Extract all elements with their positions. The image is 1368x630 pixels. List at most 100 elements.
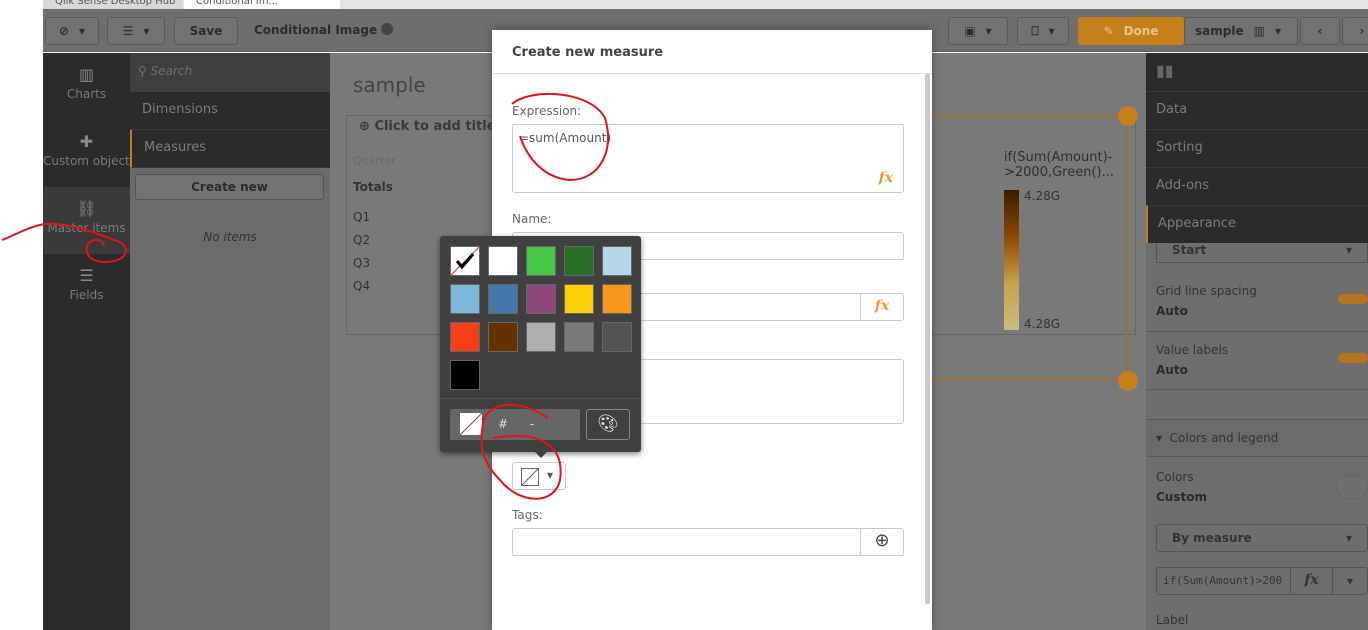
color-swatch[interactable]: [526, 246, 556, 276]
dimensions-item[interactable]: Dimensions: [130, 92, 330, 130]
chevron-down-icon[interactable]: ▾: [1333, 568, 1367, 594]
color-mode-value: By measure: [1172, 531, 1252, 545]
sheet-title: sample: [353, 73, 426, 97]
checkmark-icon: [450, 246, 480, 276]
nav-label: Master items: [47, 221, 126, 235]
value-labels-toggle[interactable]: [1338, 353, 1368, 363]
previous-sheet-button[interactable]: ‹: [1300, 17, 1340, 45]
window-tab-hub[interactable]: Qlik Sense Desktop Hub: [43, 0, 183, 9]
tab-add-ons[interactable]: Add-ons: [1146, 167, 1368, 205]
color-swatch[interactable]: [450, 322, 480, 352]
name-label: Name:: [512, 212, 552, 226]
link-icon: ⛓: [76, 199, 97, 218]
navigation-menu-button[interactable]: ⊘ ▾: [45, 17, 99, 45]
tab-sorting[interactable]: Sorting: [1146, 129, 1368, 167]
sheet-icon: ▥: [1253, 24, 1265, 38]
fx-icon[interactable]: fx: [1291, 568, 1333, 594]
fx-icon[interactable]: fx: [879, 170, 893, 186]
caret-down-icon: ▾: [1156, 431, 1163, 445]
grid-label: Grid line spacing: [1156, 284, 1257, 298]
chevron-left-icon: ‹: [1317, 24, 1323, 38]
grid-setting: Grid line spacing Auto: [1156, 284, 1257, 318]
nav-label: Fields: [69, 288, 104, 302]
sheet-selector[interactable]: sample ▥ ▾: [1184, 17, 1298, 45]
color-swatch[interactable]: [450, 284, 480, 314]
save-button[interactable]: Save: [174, 17, 238, 45]
nav-charts[interactable]: ▥ Charts: [43, 53, 130, 120]
popover-arrow: [533, 450, 549, 458]
expression-value: =sum(Amount): [519, 131, 612, 145]
color-swatch[interactable]: [450, 360, 480, 390]
info-icon: [381, 23, 394, 35]
chevron-down-icon: ▾: [1048, 24, 1055, 38]
search-icon: ⚲: [138, 64, 147, 78]
start-select[interactable]: Start ▾: [1156, 243, 1368, 263]
add-title-text: Click to add title: [374, 119, 496, 134]
sheet-name: sample: [1195, 24, 1244, 38]
global-menu-button[interactable]: ☰ ▾: [107, 17, 165, 45]
create-new-button[interactable]: Create new: [135, 174, 324, 200]
search-placeholder: Search: [150, 64, 193, 78]
color-swatch[interactable]: [526, 284, 556, 314]
table-row: Q2: [353, 233, 371, 247]
tags-input[interactable]: ⊕: [512, 528, 904, 556]
tab-appearance[interactable]: Appearance: [1146, 205, 1368, 243]
hex-input[interactable]: # -: [450, 409, 580, 440]
color-expression-value: if(Sum(Amount)>200: [1157, 568, 1291, 594]
done-button[interactable]: ✎ Done: [1078, 17, 1184, 45]
color-swatch[interactable]: [488, 284, 518, 314]
fx-icon[interactable]: fx: [860, 294, 903, 320]
next-sheet-button[interactable]: ›: [1342, 17, 1368, 45]
nav-fields[interactable]: ☰ Fields: [43, 254, 130, 321]
nav-custom-objects[interactable]: ✚ Custom objects: [43, 120, 130, 187]
measure-color-button[interactable]: ▾: [512, 462, 566, 490]
search-input[interactable]: ⚲ Search: [130, 53, 330, 92]
color-swatch[interactable]: [564, 246, 594, 276]
color-swatch[interactable]: [602, 322, 632, 352]
chevron-down-icon: ▾: [79, 24, 86, 38]
tab-data[interactable]: Data: [1146, 91, 1368, 129]
nav-master-items[interactable]: ⛓ Master items: [43, 187, 130, 254]
color-swatch[interactable]: [602, 246, 632, 276]
color-mode-select[interactable]: By measure ▾: [1156, 524, 1368, 552]
color-swatch[interactable]: [526, 322, 556, 352]
totals-label: Totals: [353, 180, 393, 194]
color-swatch[interactable]: [564, 284, 594, 314]
color-swatch[interactable]: [488, 246, 518, 276]
window-tab-app[interactable]: Conditional Im...: [184, 0, 340, 9]
palette-button[interactable]: 🎨︎: [586, 409, 630, 440]
label-heading: Label: [1156, 613, 1189, 627]
app-title-text: Conditional Image: [254, 23, 378, 37]
bookmark-button[interactable]: ⎕ ▾: [1017, 17, 1069, 45]
legend-gradient: [1004, 190, 1019, 330]
color-swatch[interactable]: [602, 284, 632, 314]
measures-item[interactable]: Measures: [130, 130, 330, 168]
color-expression-field[interactable]: if(Sum(Amount)>200 fx ▾: [1156, 567, 1368, 595]
grid-value: Auto: [1156, 304, 1188, 318]
dialog-title: Create new measure: [512, 45, 664, 60]
no-color-icon: [521, 468, 539, 486]
properties-panel: ▮▮ Data Sorting Add-ons Appearance Start…: [1146, 53, 1368, 630]
colors-toggle[interactable]: [1336, 475, 1368, 499]
resize-handle-icon[interactable]: [1118, 371, 1138, 391]
chevron-down-icon: ▾: [1345, 531, 1352, 545]
hash-label: #: [498, 417, 509, 431]
add-tag-plus-icon[interactable]: ⊕: [860, 529, 903, 555]
dialog-scrollbar[interactable]: [925, 74, 930, 604]
object-handle-icon[interactable]: [1118, 106, 1138, 126]
color-swatch[interactable]: [488, 322, 518, 352]
plus-icon: ⊕: [359, 119, 370, 134]
list-icon: ☰: [122, 24, 134, 38]
grid-toggle[interactable]: [1338, 294, 1368, 304]
color-picker-popover: # - 🎨︎: [440, 236, 641, 458]
color-swatch[interactable]: [564, 322, 594, 352]
colors-legend-section[interactable]: ▾ Colors and legend: [1146, 419, 1368, 457]
tags-label: Tags:: [512, 508, 543, 522]
add-title[interactable]: ⊕ Click to add title: [359, 119, 496, 134]
value-labels-value: Auto: [1156, 363, 1188, 377]
section-label: Colors and legend: [1169, 431, 1279, 445]
present-button[interactable]: ▣ ▾: [948, 17, 1008, 45]
column-search[interactable]: Quarter: [353, 154, 396, 167]
expression-input[interactable]: =sum(Amount) fx: [512, 124, 904, 193]
color-swatch[interactable]: [450, 246, 480, 276]
